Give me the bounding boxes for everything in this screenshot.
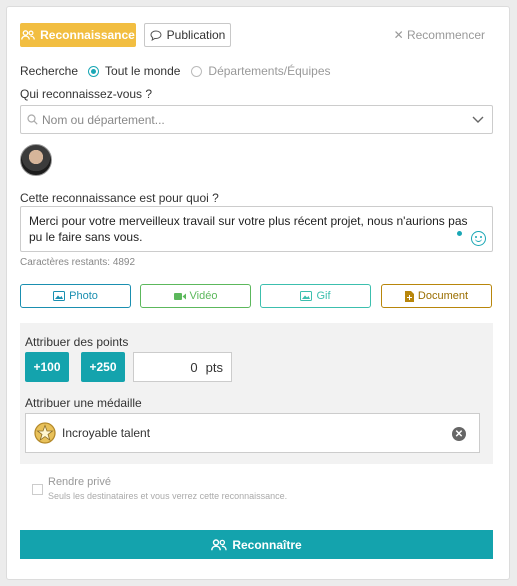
recipients-question: Qui reconnaissez-vous ? [20, 87, 153, 101]
points-input[interactable]: 0 pts [133, 352, 232, 382]
emoji-icon[interactable] [471, 231, 486, 246]
points-label: Attribuer des points [25, 335, 129, 349]
radio-everyone[interactable] [88, 65, 100, 77]
tab-recognition-label: Reconnaissance [40, 28, 135, 42]
message-textarea[interactable]: Merci pour votre merveilleux travail sur… [20, 206, 493, 252]
private-checkbox[interactable] [32, 484, 43, 495]
private-description: Seuls les destinataires et vous verrez c… [48, 491, 288, 501]
private-label[interactable]: Rendre privé [48, 476, 111, 488]
radio-everyone-label[interactable]: Tout le monde [105, 64, 180, 78]
radio-departments-label[interactable]: Départements/Équipes [208, 64, 330, 78]
reset-button[interactable]: ✕ Recommencer [394, 28, 485, 42]
search-scope-label: Recherche [20, 64, 79, 78]
photo-label: Photo [69, 290, 98, 302]
recipient-search-placeholder: Nom ou département... [42, 112, 165, 127]
medal-select[interactable]: Incroyable talent ✕ [25, 413, 480, 453]
gif-icon [300, 291, 313, 301]
tab-publication-label: Publication [166, 28, 226, 42]
chevron-down-icon[interactable] [472, 116, 484, 124]
star-medal-icon [34, 422, 56, 444]
add-video-button[interactable]: Vidéo [140, 284, 251, 308]
image-icon [53, 291, 66, 301]
comment-icon [150, 29, 162, 41]
radio-departments[interactable] [191, 65, 203, 77]
recognize-submit-button[interactable]: Reconnaître [20, 530, 493, 559]
status-dot [457, 231, 462, 236]
message-text: Merci pour votre merveilleux travail sur… [29, 214, 468, 244]
document-label: Document [417, 290, 469, 302]
recipient-search-input[interactable]: Nom ou département... [20, 105, 493, 134]
tab-publication[interactable]: Publication [144, 23, 231, 47]
medal-selected-name: Incroyable talent [62, 426, 151, 440]
points-value: 0 [190, 359, 198, 375]
add-250-points-button[interactable]: +250 [81, 352, 125, 382]
submit-label: Reconnaître [232, 537, 302, 552]
medal-label: Attribuer une médaille [25, 396, 142, 410]
message-question: Cette reconnaissance est pour quoi ? [20, 191, 219, 205]
close-icon: ✕ [393, 28, 404, 42]
points-unit: pts [205, 359, 223, 375]
reset-label: Recommencer [406, 28, 485, 42]
users-icon [21, 30, 35, 40]
video-icon [173, 292, 186, 300]
users-icon [211, 538, 227, 550]
add-photo-button[interactable]: Photo [20, 284, 131, 308]
add-100-points-button[interactable]: +100 [25, 352, 69, 382]
search-icon [27, 114, 38, 125]
video-label: Vidéo [189, 290, 218, 302]
add-document-button[interactable]: Document [381, 284, 492, 308]
recognition-form-card: Reconnaissance Publication ✕ Recommencer… [6, 6, 510, 580]
add-gif-button[interactable]: Gif [260, 284, 371, 308]
tab-recognition[interactable]: Reconnaissance [20, 23, 136, 47]
selected-recipient-avatar[interactable] [20, 144, 52, 176]
rewards-panel: Attribuer des points +100 +250 0 pts Att… [20, 323, 493, 464]
gif-label: Gif [316, 290, 331, 302]
chars-remaining: Caractères restants: 4892 [20, 257, 136, 268]
search-scope-row: Recherche Tout le monde Départements/Équ… [20, 64, 331, 78]
document-icon [404, 290, 414, 302]
clear-medal-icon[interactable]: ✕ [452, 427, 466, 441]
